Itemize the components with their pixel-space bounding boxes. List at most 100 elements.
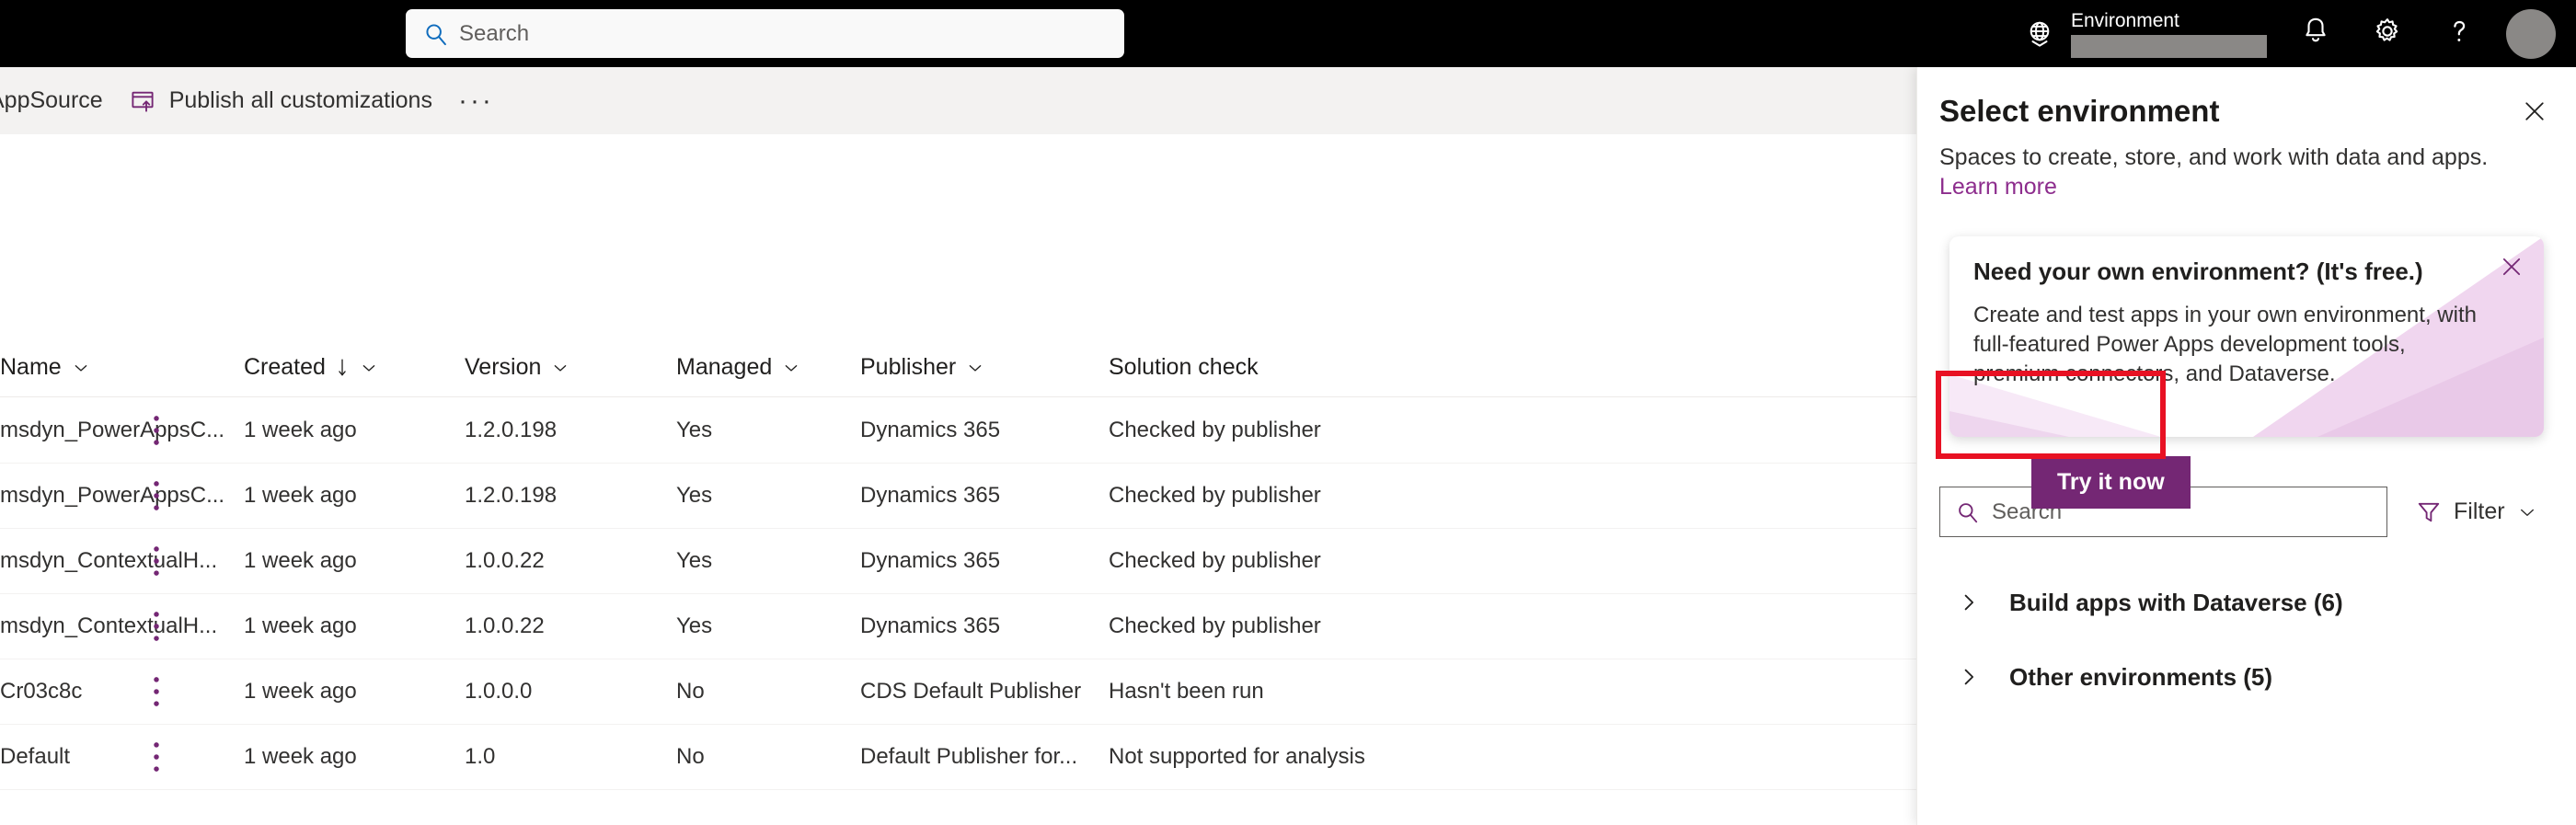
grid-column-headers: Name Created Version Managed Publisher S… xyxy=(0,338,1916,397)
more-vertical-icon xyxy=(154,612,159,641)
publish-all-customizations-button[interactable]: Publish all customizations xyxy=(116,67,445,134)
cell-name: msdyn_ContextualH... xyxy=(0,548,218,573)
panel-close-button[interactable] xyxy=(2516,95,2553,132)
cell-created: 1 week ago xyxy=(244,613,357,638)
column-header-version[interactable]: Version xyxy=(465,354,676,381)
row-context-menu-button[interactable] xyxy=(138,480,175,511)
cell-managed: Yes xyxy=(676,483,713,508)
cell-solution-check: Not supported for analysis xyxy=(1109,744,1365,769)
column-header-solution-check-label: Solution check xyxy=(1109,354,1259,380)
publish-icon xyxy=(129,87,156,115)
column-header-solution-check[interactable]: Solution check xyxy=(1109,354,1477,381)
cell-version: 1.2.0.198 xyxy=(465,483,558,508)
cell-solution-check: Hasn't been run xyxy=(1109,679,1264,704)
row-context-menu-button[interactable] xyxy=(138,741,175,773)
table-row[interactable]: msdyn_ContextualH... 1 week ago 1.0.0.22… xyxy=(0,594,1916,659)
filter-funnel-icon xyxy=(2415,498,2443,526)
cell-publisher: Dynamics 365 xyxy=(860,613,1001,638)
solutions-list-area: Name Created Version Managed Publisher S… xyxy=(0,134,1916,825)
environment-picker[interactable]: Environment xyxy=(2008,0,2280,67)
column-header-managed[interactable]: Managed xyxy=(676,354,860,381)
cell-created: 1 week ago xyxy=(244,548,357,573)
cell-created: 1 week ago xyxy=(244,744,357,769)
cell-solution-check: Checked by publisher xyxy=(1109,613,1321,638)
chevron-right-icon xyxy=(1950,667,1987,687)
cell-managed: Yes xyxy=(676,418,713,442)
filter-button[interactable]: Filter xyxy=(2415,498,2536,526)
more-vertical-icon xyxy=(154,546,159,576)
callout-title: Need your own environment? (It's free.) xyxy=(1973,258,2423,285)
environment-value-redacted xyxy=(2071,34,2267,58)
cell-version: 1.0.0.0 xyxy=(465,679,533,704)
cell-publisher: CDS Default Publisher xyxy=(860,679,1082,704)
cell-created: 1 week ago xyxy=(244,679,357,704)
column-header-name[interactable]: Name xyxy=(0,354,244,381)
try-it-now-button[interactable]: Try it now xyxy=(2031,456,2191,509)
suite-header-bar: Environment xyxy=(0,0,2576,67)
cell-publisher: Dynamics 365 xyxy=(860,548,1001,573)
cell-managed: No xyxy=(676,679,705,704)
cell-managed: No xyxy=(676,744,705,769)
row-context-menu-button[interactable] xyxy=(138,415,175,446)
cell-name: Cr03c8c xyxy=(0,679,83,704)
chevron-down-icon xyxy=(967,360,983,376)
column-header-publisher-label: Publisher xyxy=(860,354,957,380)
more-vertical-icon xyxy=(154,677,159,706)
close-icon xyxy=(2499,254,2524,284)
close-icon xyxy=(2521,97,2548,130)
suite-header-actions: Environment xyxy=(2008,0,2576,67)
table-row[interactable]: msdyn_PowerAppsC... 1 week ago 1.2.0.198… xyxy=(0,398,1916,464)
more-vertical-icon xyxy=(154,481,159,510)
row-context-menu-button[interactable] xyxy=(138,611,175,642)
group-build-apps-with-dataverse[interactable]: Build apps with Dataverse (6) xyxy=(1939,573,2556,632)
table-row[interactable]: Cr03c8c 1 week ago 1.0.0.0 No CDS Defaul… xyxy=(0,659,1916,725)
search-icon xyxy=(422,20,450,48)
cell-created: 1 week ago xyxy=(244,483,357,508)
chevron-down-icon xyxy=(73,360,89,376)
publish-all-label: Publish all customizations xyxy=(168,87,432,113)
command-overflow-button[interactable]: ··· xyxy=(445,67,507,134)
notifications-button[interactable] xyxy=(2280,0,2352,67)
group-other-environments[interactable]: Other environments (5) xyxy=(1939,647,2556,706)
chevron-right-icon xyxy=(1950,592,1987,613)
globe-icon xyxy=(2021,16,2058,52)
table-row[interactable]: msdyn_ContextualH... 1 week ago 1.0.0.22… xyxy=(0,529,1916,594)
cell-name: msdyn_PowerAppsC... xyxy=(0,483,225,508)
cell-name: msdyn_PowerAppsC... xyxy=(0,418,225,442)
search-input[interactable] xyxy=(459,20,1048,47)
more-vertical-icon xyxy=(154,742,159,772)
help-button[interactable] xyxy=(2423,0,2495,67)
column-header-created[interactable]: Created xyxy=(244,354,465,381)
group-label: Build apps with Dataverse (6) xyxy=(2009,588,2343,616)
cell-name: msdyn_ContextualH... xyxy=(0,613,218,638)
column-header-publisher[interactable]: Publisher xyxy=(860,354,1109,381)
panel-header: Select environment Spaces to create, sto… xyxy=(1917,67,2576,201)
learn-more-link[interactable]: Learn more xyxy=(1939,172,2057,201)
cell-version: 1.0.0.22 xyxy=(465,613,545,638)
filter-label: Filter xyxy=(2454,498,2505,524)
table-row[interactable]: Default 1 week ago 1.0 No Default Publis… xyxy=(0,725,1916,790)
overflow-ellipsis-icon: ··· xyxy=(457,85,494,116)
cell-version: 1.2.0.198 xyxy=(465,418,558,442)
callout-close-button[interactable] xyxy=(2494,251,2529,286)
column-header-version-label: Version xyxy=(465,354,542,380)
environment-label: Environment xyxy=(2071,9,2179,31)
cell-publisher: Default Publisher for... xyxy=(860,744,1078,769)
avatar[interactable] xyxy=(2506,8,2556,59)
help-question-icon xyxy=(2443,15,2476,52)
page-title: Select environment xyxy=(1939,94,2220,128)
table-row[interactable]: msdyn_PowerAppsC... 1 week ago 1.2.0.198… xyxy=(0,464,1916,529)
chevron-down-icon xyxy=(361,360,377,376)
more-vertical-icon xyxy=(154,416,159,445)
cell-solution-check: Checked by publisher xyxy=(1109,548,1321,573)
cell-publisher: Dynamics 365 xyxy=(860,418,1001,442)
row-context-menu-button[interactable] xyxy=(138,545,175,577)
chevron-down-icon xyxy=(552,360,569,376)
row-context-menu-button[interactable] xyxy=(138,676,175,707)
appsource-button[interactable]: AppSource xyxy=(0,67,116,134)
settings-button[interactable] xyxy=(2352,0,2423,67)
cell-managed: Yes xyxy=(676,613,713,638)
global-search-box[interactable] xyxy=(406,9,1124,58)
cell-publisher: Dynamics 365 xyxy=(860,483,1001,508)
command-bar: AppSource Publish all customizations ··· xyxy=(0,67,1916,134)
